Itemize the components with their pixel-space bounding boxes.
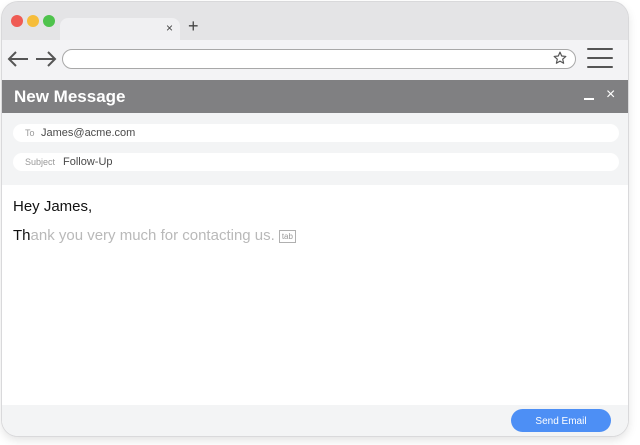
- forward-arrow-icon[interactable]: [34, 48, 58, 70]
- tab-close-icon[interactable]: ×: [166, 20, 173, 36]
- autocomplete-line: Thank you very much for contacting us. ta…: [13, 227, 296, 244]
- subject-label: Subject: [25, 157, 56, 167]
- typed-text: Th: [13, 227, 31, 244]
- greeting-line: Hey James,: [13, 198, 93, 215]
- message-body[interactable]: Hey James, Thank you very much for conta…: [2, 185, 628, 405]
- compose-footer: Send Email: [2, 405, 628, 436]
- star-icon[interactable]: [553, 51, 567, 70]
- minimize-icon[interactable]: [584, 98, 594, 100]
- compose-title: New Message: [14, 87, 126, 106]
- browser-window: × + New Message × To James@acme.com Subj…: [2, 2, 628, 436]
- tab-key-hint: tab: [278, 230, 296, 243]
- minimize-window-button[interactable]: [27, 15, 39, 27]
- autocomplete-suggestion: ank you very much for contacting us.: [30, 227, 275, 244]
- recipient-fields: To James@acme.com Subject Follow-Up: [2, 113, 628, 185]
- close-window-button[interactable]: [11, 15, 23, 27]
- compose-window: New Message × To James@acme.com Subject …: [2, 80, 628, 436]
- maximize-window-button[interactable]: [43, 15, 55, 27]
- navigation-bar: [2, 40, 628, 80]
- compose-header: New Message ×: [2, 80, 628, 113]
- close-icon[interactable]: ×: [606, 86, 615, 104]
- subject-field[interactable]: Subject Follow-Up: [13, 153, 619, 171]
- browser-tab[interactable]: [60, 18, 180, 40]
- send-email-button[interactable]: Send Email: [511, 409, 611, 432]
- address-bar[interactable]: [62, 49, 576, 69]
- back-arrow-icon[interactable]: [6, 48, 30, 70]
- to-field[interactable]: To James@acme.com: [13, 124, 619, 142]
- to-label: To: [25, 128, 35, 138]
- new-tab-icon[interactable]: +: [188, 16, 199, 36]
- subject-value[interactable]: Follow-Up: [63, 153, 113, 171]
- tab-strip: × +: [2, 2, 628, 40]
- to-value[interactable]: James@acme.com: [41, 124, 135, 142]
- hamburger-menu-icon[interactable]: [587, 48, 613, 70]
